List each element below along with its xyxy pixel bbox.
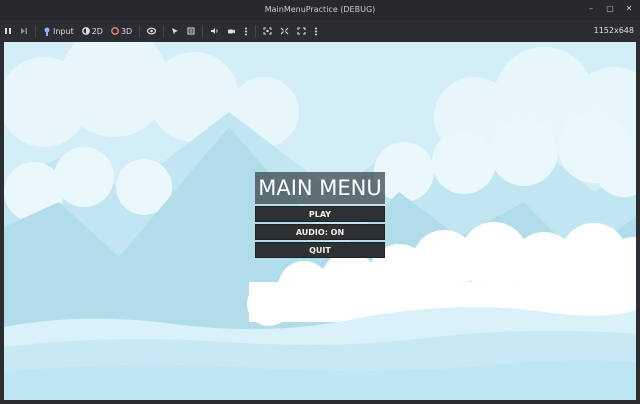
focus-icon [263, 27, 272, 35]
toolbar-separator [202, 25, 204, 37]
list-button[interactable] [183, 23, 199, 39]
more-options-button-2[interactable] [310, 23, 322, 39]
quit-button[interactable]: QUIT [255, 242, 385, 258]
speaker-icon [211, 28, 218, 34]
camera-button[interactable] [223, 23, 240, 39]
audio-mute-button[interactable] [206, 23, 223, 39]
audio-toggle-button[interactable]: AUDIO: ON [255, 224, 385, 240]
select-icon [172, 28, 179, 35]
select-button[interactable] [167, 23, 183, 39]
window-controls: – ▢ ✕ [586, 4, 634, 14]
more-icon [245, 27, 248, 35]
visibility-button[interactable] [143, 23, 160, 39]
debug-toolbar: Input 2D 3D 1152x648 [0, 20, 640, 42]
game-viewport: MAIN MENU PLAY AUDIO: ON QUIT [4, 42, 636, 400]
2d-icon [81, 27, 90, 35]
camera-icon [228, 29, 236, 34]
play-button[interactable]: PLAY [255, 206, 385, 222]
input-icon [44, 27, 50, 36]
mode-2d-button[interactable]: 2D [78, 23, 107, 39]
toolbar-separator [163, 25, 165, 37]
resolution-readout: 1152x648 [593, 26, 634, 35]
main-menu: MAIN MENU PLAY AUDIO: ON QUIT [255, 172, 385, 258]
minimize-button[interactable]: – [586, 4, 596, 14]
toolbar-separator [255, 25, 257, 37]
step-button[interactable] [16, 23, 32, 39]
more-icon [315, 27, 318, 35]
list-icon [187, 27, 195, 35]
window-bottom-border [0, 400, 640, 404]
input-button[interactable]: Input [39, 23, 78, 39]
focus-button[interactable] [259, 23, 276, 39]
close-button[interactable]: ✕ [624, 4, 634, 14]
menu-title: MAIN MENU [255, 172, 385, 204]
game-window: MainMenuPractice (DEBUG) – ▢ ✕ Input 2D … [0, 0, 640, 404]
3d-icon [111, 27, 119, 35]
pause-button[interactable] [0, 23, 16, 39]
mode-2d-label: 2D [91, 26, 103, 36]
input-label: Input [53, 26, 74, 36]
mode-3d-button[interactable]: 3D [107, 23, 136, 39]
pause-icon [5, 28, 11, 34]
expand-button[interactable] [293, 23, 310, 39]
title-bar: MainMenuPractice (DEBUG) – ▢ ✕ [0, 0, 640, 20]
fit-icon [280, 27, 289, 35]
step-icon [21, 28, 27, 34]
toolbar-separator [139, 25, 141, 37]
maximize-button[interactable]: ▢ [605, 4, 615, 14]
eye-icon [147, 27, 157, 35]
fit-button[interactable] [276, 23, 293, 39]
mode-3d-label: 3D [120, 26, 133, 36]
window-title: MainMenuPractice (DEBUG) [264, 5, 376, 14]
expand-icon [297, 27, 306, 35]
more-options-button[interactable] [240, 23, 252, 39]
toolbar-separator [35, 25, 36, 37]
